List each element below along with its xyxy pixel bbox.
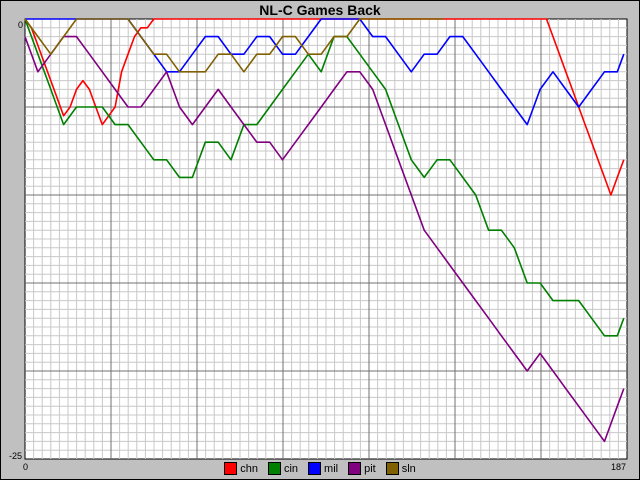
legend-label-mil: mil [324, 462, 339, 475]
legend-swatch-pit [348, 462, 362, 475]
legend-item-sln: sln [385, 462, 416, 475]
legend-item-chn: chn [224, 462, 258, 475]
legend-label-chn: chn [240, 462, 258, 475]
legend-label-cin: cin [283, 462, 299, 475]
legend-item-mil: mil [308, 462, 338, 475]
y-tick-bottom: -25 [9, 451, 23, 461]
legend-label-sln: sln [401, 462, 416, 475]
chart-plot [24, 18, 628, 460]
legend-swatch-cin [267, 462, 281, 475]
legend-item-cin: cin [267, 462, 299, 475]
legend-swatch-chn [224, 462, 238, 475]
legend-label-pit: pit [364, 462, 376, 475]
legend-swatch-mil [308, 462, 322, 475]
y-tick-top: 0 [18, 20, 24, 30]
legend-swatch-sln [385, 462, 399, 475]
legend-item-pit: pit [348, 462, 376, 475]
legend: chn cin mil pit sln [0, 462, 640, 475]
